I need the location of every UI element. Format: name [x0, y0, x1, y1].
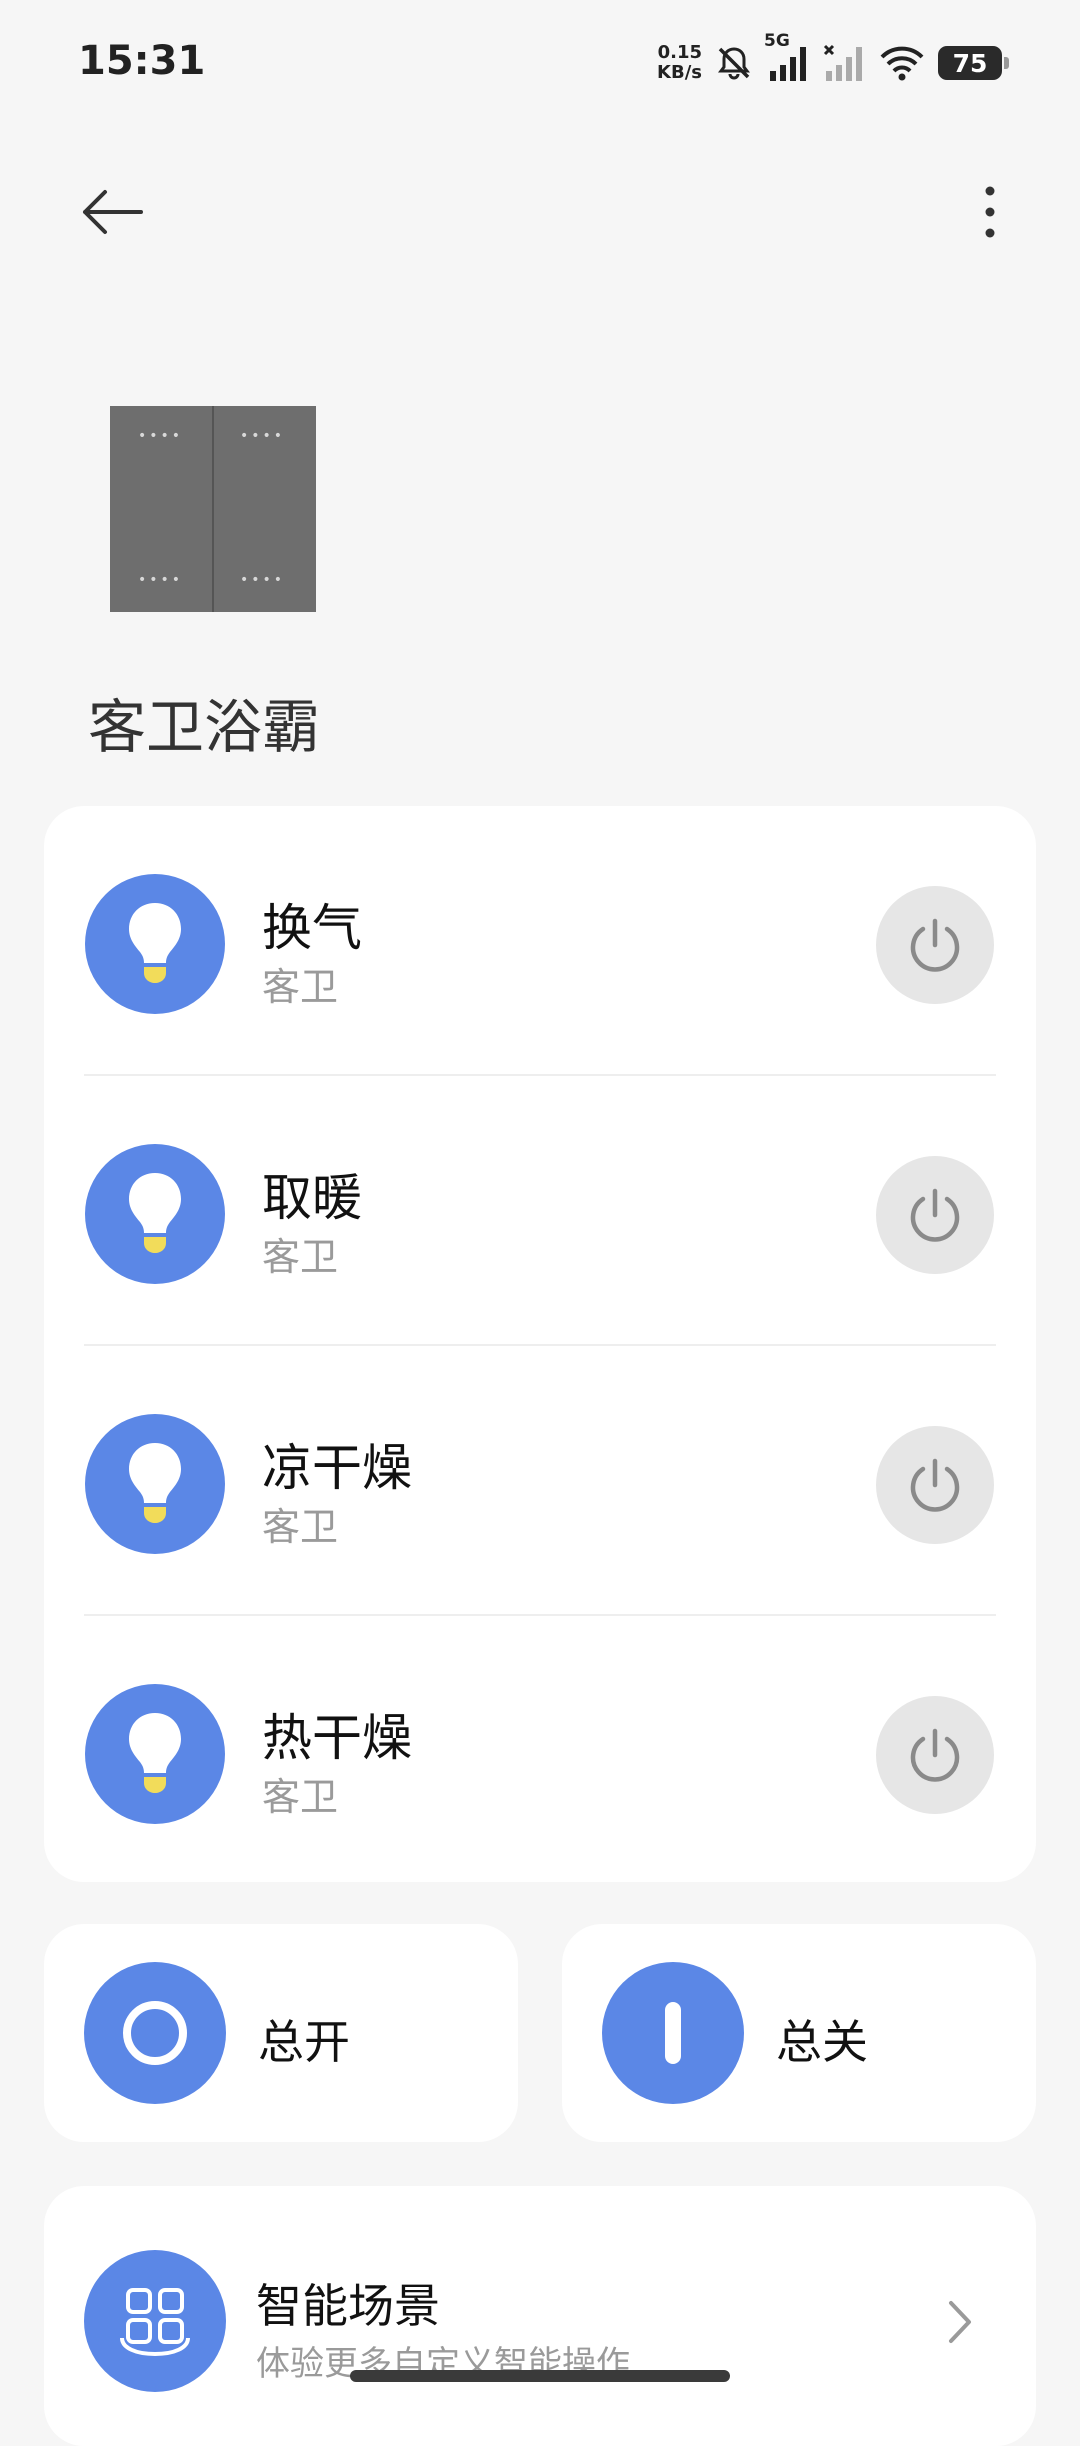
all-on-icon [84, 1962, 226, 2104]
switch-row[interactable]: 热干燥 客卫 [44, 1616, 1036, 1886]
scene-grid-icon [84, 2250, 226, 2392]
all-off-label: 总关 [776, 2015, 868, 2069]
device-image-divider [212, 406, 214, 612]
net-speed-value: 0.15 [657, 42, 702, 63]
switch-row[interactable]: 取暖 客卫 [44, 1076, 1036, 1346]
status-bar: 15:31 0.15 KB/s 5G 75 [0, 0, 1080, 130]
power-icon [910, 1458, 960, 1512]
signal-5g-icon: 5G [764, 31, 810, 83]
power-button[interactable] [876, 1156, 994, 1274]
more-button[interactable] [948, 170, 1032, 254]
status-time: 15:31 [78, 38, 206, 84]
switch-room: 客卫 [262, 1775, 339, 1819]
device-led-dots: •••• [240, 572, 286, 588]
bulb-icon [85, 1684, 225, 1824]
bulb-icon [85, 1144, 225, 1284]
device-led-dots: •••• [240, 428, 286, 444]
mute-bell-icon [714, 43, 754, 83]
device-led-dots: •••• [138, 572, 184, 588]
chevron-right-icon [938, 2294, 982, 2350]
power-icon [910, 1728, 960, 1782]
more-vertical-icon [985, 186, 995, 238]
wifi-icon [878, 43, 926, 83]
power-icon [910, 918, 960, 972]
switch-name: 热干燥 [262, 1709, 412, 1767]
switch-name: 取暖 [262, 1169, 362, 1227]
switch-name: 换气 [262, 899, 362, 957]
device-title: 客卫浴霸 [88, 693, 321, 761]
back-arrow-icon [83, 190, 143, 234]
power-button[interactable] [876, 1426, 994, 1544]
network-type-label: 5G [764, 31, 790, 51]
status-icons: 0.15 KB/s 5G 75 [657, 31, 1009, 88]
bulb-icon [85, 1414, 225, 1554]
device-led-dots: •••• [138, 428, 184, 444]
top-bar [0, 130, 1080, 290]
smart-scene-card[interactable]: 智能场景 体验更多自定义智能操作 [44, 2186, 1036, 2446]
scene-title: 智能场景 [256, 2279, 440, 2333]
power-icon [910, 1188, 960, 1242]
all-off-button[interactable]: 总关 [562, 1924, 1036, 2142]
bulb-icon [85, 874, 225, 1014]
device-image: •••• •••• •••• •••• [110, 406, 316, 612]
switch-room: 客卫 [262, 1505, 339, 1549]
home-indicator[interactable] [350, 2370, 730, 2382]
power-button[interactable] [876, 886, 994, 1004]
all-on-label: 总开 [258, 2015, 350, 2069]
signal-off-icon [822, 43, 866, 83]
net-speed: 0.15 KB/s [657, 43, 702, 83]
net-speed-unit: KB/s [657, 62, 702, 83]
power-button[interactable] [876, 1696, 994, 1814]
all-off-icon [602, 1962, 744, 2104]
battery-icon: 75 [938, 46, 1009, 80]
switch-row[interactable]: 换气 客卫 [44, 806, 1036, 1076]
switch-row[interactable]: 凉干燥 客卫 [44, 1346, 1036, 1616]
switch-name: 凉干燥 [262, 1439, 412, 1497]
switch-room: 客卫 [262, 965, 339, 1009]
all-on-button[interactable]: 总开 [44, 1924, 518, 2142]
back-button[interactable] [70, 170, 154, 254]
switch-list-card: 换气 客卫 取暖 客卫 凉干燥 客卫 热干燥 客卫 [44, 806, 1036, 1882]
switch-room: 客卫 [262, 1235, 339, 1279]
